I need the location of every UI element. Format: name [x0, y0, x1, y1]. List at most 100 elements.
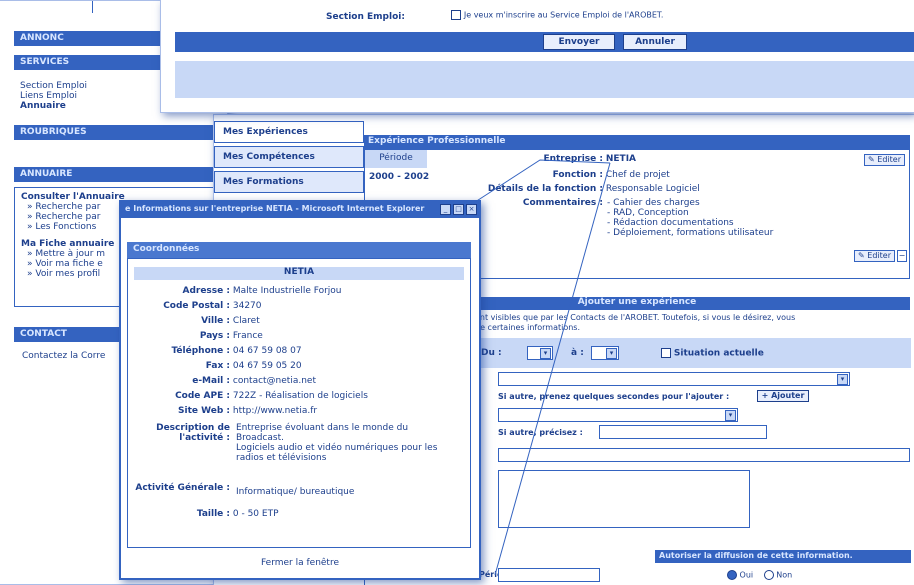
taille-value: 0 - 50 ETP [232, 509, 279, 519]
remove-icon[interactable]: − [897, 250, 907, 262]
ie-icon: e [125, 204, 131, 213]
edit-icon: ✎ [858, 251, 865, 260]
entreprise-label: Entreprise : [543, 154, 603, 164]
description-line: radios et télévisions [236, 453, 327, 463]
oui-radio[interactable] [727, 570, 737, 580]
company-name: NETIA [134, 267, 464, 280]
ajouter-label: Ajouter [771, 391, 805, 400]
send-button[interactable]: Envoyer [543, 34, 615, 50]
field-label: Code APE : [175, 391, 230, 401]
field-label: Téléphone : [171, 346, 230, 356]
close-button[interactable]: × [466, 204, 477, 215]
field-label: Fax : [205, 361, 230, 371]
non-label: Non [776, 570, 793, 580]
add-form-intro: ent visibles que par les Contacts de l'A… [475, 313, 911, 333]
sidebar-section-rubriques: ROUBRIQUES [14, 125, 214, 140]
inscription-text: Je veux m'inscrire au Service Emploi de … [463, 10, 664, 20]
website-link[interactable]: http://www.netia.fr [233, 406, 317, 416]
si-autre-label: Si autre, prenez quelques secondes pour … [498, 392, 730, 401]
commentaire-item: - Cahier des charges [607, 198, 700, 208]
cancel-button[interactable]: Annuler [623, 34, 687, 50]
details-label: Détails de la fonction : [487, 184, 603, 194]
description-line: Logiciels audio et vidéo numériques pour… [236, 443, 438, 453]
sidebar-section-title: ANNUAIRE [20, 169, 73, 179]
au-month-select[interactable]: ▾ [591, 346, 619, 360]
field-value: 34270 [232, 301, 262, 311]
sidebar-section-title: CONTACT [20, 329, 67, 339]
commentaire-item: - RAD, Conception [607, 208, 689, 218]
comment-textarea[interactable] [498, 470, 750, 528]
experience-header: Expérience Professionnelle [364, 135, 910, 149]
field-label: Ville : [201, 316, 230, 326]
field-label: Adresse : [182, 286, 230, 296]
field-value: 04 67 59 08 07 [232, 346, 302, 356]
chevron-down-icon: ▾ [725, 410, 736, 421]
period-column-header: Période [365, 150, 427, 168]
popup-body: NETIA Adresse : Malte Industrielle Forjo… [127, 258, 471, 548]
minimize-button[interactable]: _ [440, 204, 451, 215]
tab-competences[interactable]: Mes Compétences [214, 146, 364, 168]
tab-experiences[interactable]: Mes Expériences [214, 121, 364, 143]
entreprise-link[interactable]: NETIA [606, 154, 636, 164]
edit-button[interactable]: ✎ Editer [864, 154, 905, 166]
add-experience-title: Ajouter une expérience [577, 297, 697, 307]
field-value: 722Z - Réalisation de logiciels [232, 391, 368, 401]
field-label: Pays : [199, 331, 230, 341]
detail-input[interactable] [498, 448, 910, 462]
diffusion-label: Autoriser la diffusion de cette informat… [659, 551, 853, 560]
commentaire-item: - Rédaction documentations [607, 218, 734, 228]
au-label: à : [571, 348, 584, 358]
chevron-down-icon: ▾ [837, 374, 848, 385]
oui-label: Oui [739, 570, 754, 580]
field-label: Code Postal : [163, 301, 230, 311]
edit-label: Editer [877, 155, 901, 164]
close-window-link[interactable]: Fermer la fenêtre [121, 558, 479, 568]
coordonnees-title: Coordonnées [133, 244, 200, 254]
field-value: Claret [232, 316, 260, 326]
taille-label: Taille : [196, 509, 230, 519]
field-value: Malte Industrielle Forjou [232, 286, 342, 296]
coordonnees-header: Coordonnées [127, 242, 471, 258]
company-fields: Adresse : Malte Industrielle Forjou Code… [128, 284, 470, 419]
description-line: Broadcast. [236, 433, 284, 443]
screenshot-stage: ANNONC SERVICES Section Emploi Liens Emp… [0, 0, 914, 585]
experience-header-text: Expérience Professionnelle [368, 136, 506, 146]
close-icon: × [468, 205, 475, 213]
details-value: Responsable Logiciel [605, 184, 700, 194]
sidebar-section-title: ROUBRIQUES [20, 127, 87, 137]
inscription-checkbox[interactable] [451, 10, 461, 20]
du-month-select[interactable]: ▾ [527, 346, 553, 360]
non-radio[interactable] [763, 570, 774, 580]
email-link[interactable]: contact@netia.net [233, 376, 316, 386]
commentaire-item: - Déploiement, formations utilisateur [607, 228, 774, 238]
edit-label: Editer [867, 251, 891, 260]
edit-button-bottom[interactable]: ✎ Editer [854, 250, 895, 262]
section-emploi-label: Section Emploi: [326, 12, 405, 22]
fonction-value: Chef de projet [605, 170, 670, 180]
secteur-select[interactable]: ▾ [498, 408, 738, 422]
period-value: 2000 - 2002 [369, 172, 430, 182]
sidebar-section-title: ANNONC [20, 33, 64, 43]
chevron-down-icon: ▾ [540, 348, 551, 359]
du-label: Du : [481, 348, 502, 358]
edit-icon: ✎ [868, 155, 875, 164]
fonction-select[interactable]: ▾ [498, 372, 850, 386]
sidebar-section-annuaire: ANNUAIRE [14, 167, 214, 182]
precisez-input[interactable] [599, 425, 767, 439]
field-value: 04 67 59 05 20 [232, 361, 302, 371]
top-form-window: Section Emploi: Je veux m'inscrire au Se… [160, 0, 914, 113]
company-popup-window: e Informations sur l'entreprise NETIA - … [119, 200, 481, 580]
tabs: Mes Expériences Mes Compétences Mes Form… [214, 121, 364, 196]
intro-line: de certaines informations. [475, 323, 580, 332]
situation-checkbox[interactable] [661, 348, 671, 358]
ajouter-button[interactable]: + Ajouter [757, 390, 809, 402]
field-label: Site Web : [178, 406, 230, 416]
intro-line: ent visibles que par les Contacts de l'A… [475, 313, 796, 322]
maximize-button[interactable]: □ [453, 204, 464, 215]
situation-label: Situation actuelle [673, 348, 764, 359]
activite-value: Informatique/ bureautique [236, 487, 355, 497]
tab-formations[interactable]: Mes Formations [214, 171, 364, 193]
field-value: France [232, 331, 263, 341]
description-label: Description de l'activité : [156, 423, 230, 443]
periode-input[interactable] [498, 568, 600, 582]
